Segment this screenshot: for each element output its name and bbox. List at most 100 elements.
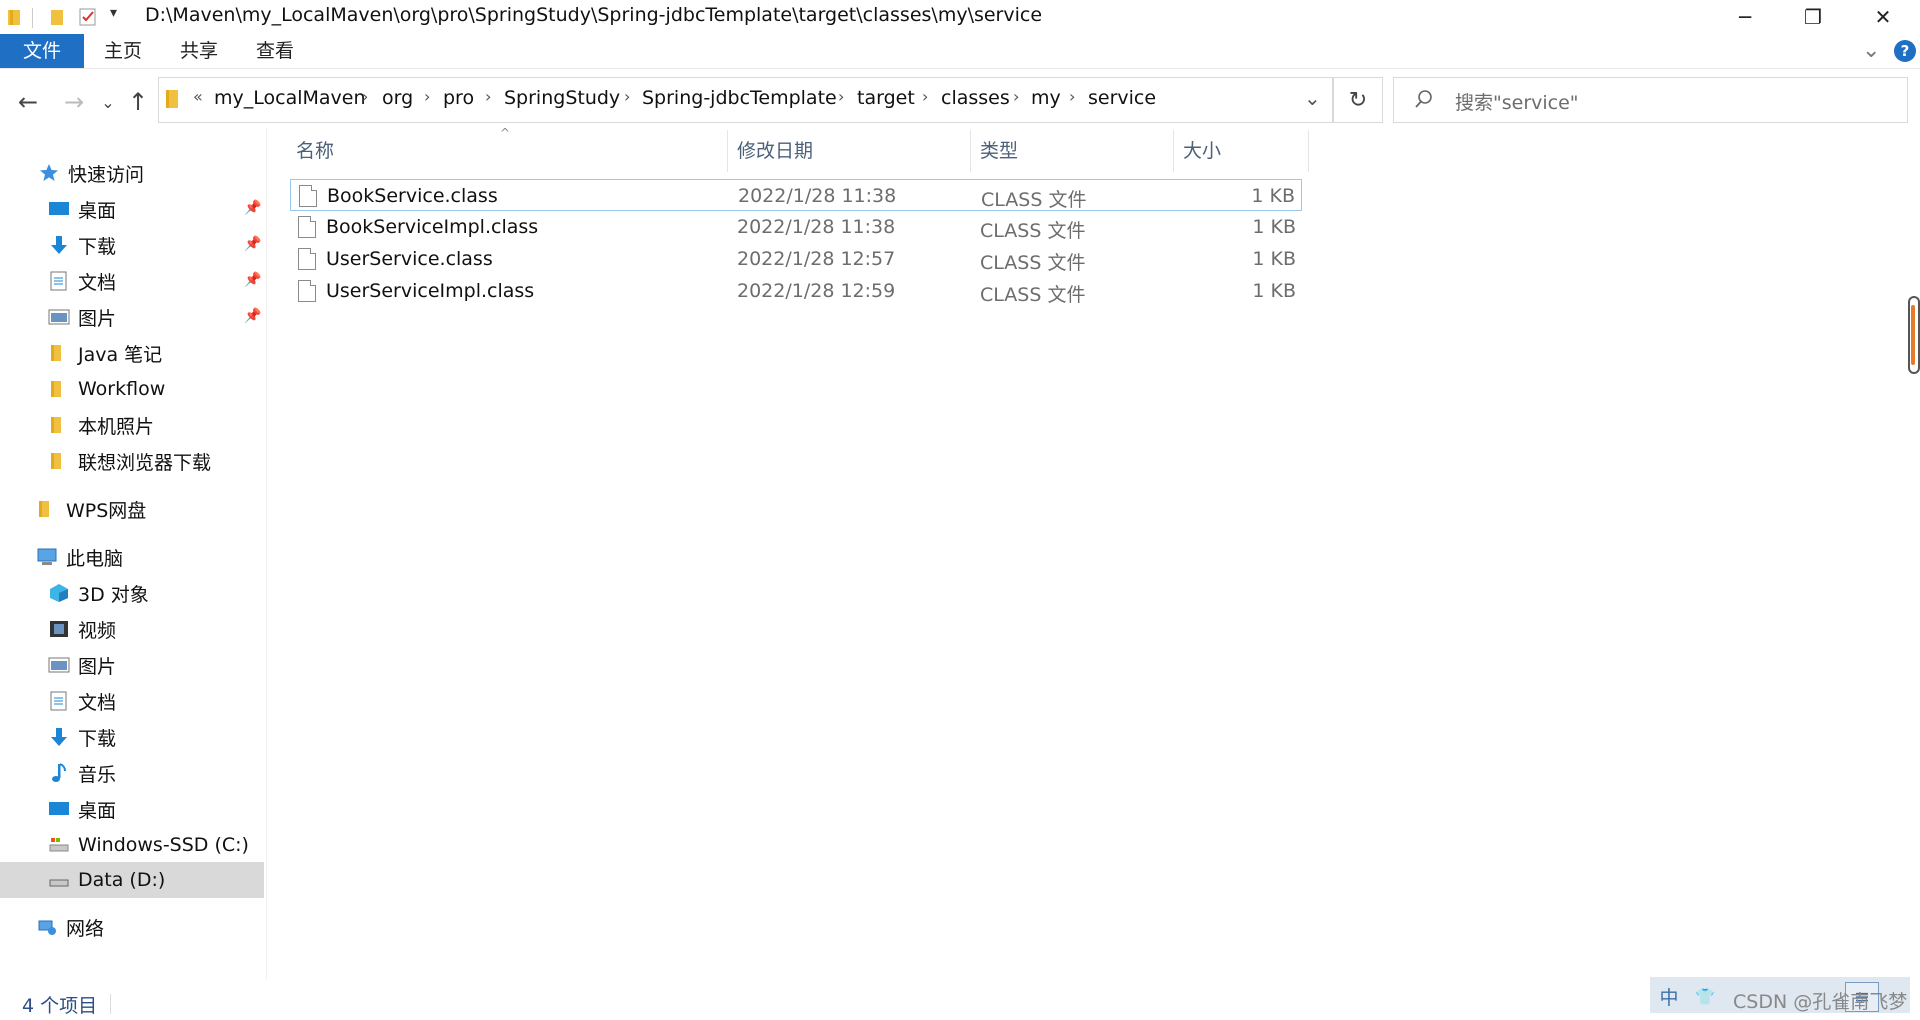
pin-icon[interactable]: 📌 — [244, 200, 261, 216]
breadcrumb-separator[interactable]: › — [1069, 87, 1075, 106]
forward-button[interactable]: → — [56, 84, 92, 120]
address-dropdown-icon[interactable]: ⌄ — [1304, 86, 1321, 110]
breadcrumb-spring-jdbctemplate[interactable]: Spring-jdbcTemplate — [642, 87, 837, 109]
sidebar-item-videos[interactable]: 视频 — [48, 612, 116, 646]
sidebar-item-music[interactable]: 音乐 — [48, 756, 116, 790]
file-size: 1 KB — [1252, 248, 1296, 270]
sidebar-item-label: 本机照片 — [78, 415, 155, 438]
sidebar-quick-access[interactable]: 快速访问 — [38, 156, 144, 190]
file-size: 1 KB — [1251, 185, 1295, 207]
sidebar-item-desktop[interactable]: 桌面 — [48, 192, 116, 226]
sidebar-item-documents[interactable]: 文档 — [48, 264, 116, 298]
sidebar-item-label: 视频 — [78, 619, 117, 642]
sidebar-item-pictures[interactable]: 图片 — [48, 648, 116, 682]
pane-divider[interactable] — [266, 128, 267, 980]
breadcrumb-springstudy[interactable]: SpringStudy — [504, 87, 620, 109]
new-folder-icon[interactable] — [48, 7, 68, 27]
sidebar-item-label: 3D 对象 — [78, 583, 149, 606]
sidebar-item-label: 联想浏览器下载 — [78, 451, 212, 474]
folder-icon — [51, 417, 61, 433]
file-name: UserServiceImpl.class — [326, 280, 535, 302]
breadcrumb-pro[interactable]: pro — [443, 87, 474, 109]
desktop-icon — [49, 802, 69, 815]
file-size: 1 KB — [1252, 216, 1296, 238]
sidebar-item-local-photos[interactable]: 本机照片 — [48, 408, 154, 442]
properties-icon[interactable] — [78, 7, 98, 27]
file-icon — [298, 248, 316, 270]
ribbon-collapse-icon[interactable]: ⌄ — [1862, 38, 1880, 63]
sidebar-item-label: Java 笔记 — [78, 343, 163, 366]
breadcrumb-overflow[interactable]: « — [193, 87, 203, 106]
ime-mode-button[interactable]: 中 — [1652, 982, 1686, 1010]
folder-icon — [51, 381, 61, 397]
scrollbar-indicator — [1911, 305, 1915, 365]
breadcrumb-target[interactable]: target — [857, 87, 915, 109]
pin-icon[interactable]: 📌 — [244, 236, 261, 252]
sidebar-item-drive-c[interactable]: Windows-SSD (C:) — [48, 828, 249, 862]
customize-quick-access-icon[interactable]: ▾ — [110, 5, 117, 21]
file-icon — [298, 280, 316, 302]
refresh-button[interactable]: ↻ — [1333, 77, 1383, 123]
sidebar-item-3d-objects[interactable]: 3D 对象 — [48, 576, 149, 610]
pin-icon[interactable]: 📌 — [244, 308, 261, 324]
breadcrumb-my-localmaven[interactable]: my_LocalMaven — [214, 87, 366, 109]
breadcrumb-separator[interactable]: › — [362, 87, 368, 106]
search-icon — [1415, 90, 1432, 108]
sidebar-item-lenovo-downloads[interactable]: 联想浏览器下载 — [48, 444, 211, 478]
status-item-count: 4 个项目 — [22, 995, 98, 1017]
back-button[interactable]: ← — [10, 84, 46, 120]
column-header-size[interactable]: 大小 — [1183, 136, 1303, 166]
help-icon[interactable]: ? — [1894, 40, 1916, 62]
sidebar-this-pc[interactable]: 此电脑 — [36, 540, 123, 574]
folder-icon — [51, 453, 61, 469]
column-header-name[interactable]: 名称 — [296, 136, 716, 166]
column-header-date[interactable]: 修改日期 — [737, 136, 967, 166]
desktop-icon — [49, 202, 69, 215]
tab-file[interactable]: 文件 — [0, 34, 84, 68]
tab-share[interactable]: 共享 — [170, 34, 228, 68]
breadcrumb-org[interactable]: org — [382, 87, 413, 109]
file-row[interactable]: UserServiceImpl.class 2022/1/28 12:59 CL… — [290, 275, 1302, 307]
column-divider[interactable] — [727, 130, 728, 172]
sidebar-item-java-notes[interactable]: Java 笔记 — [48, 336, 162, 370]
sidebar-wps-drive[interactable]: WPS网盘 — [36, 492, 146, 526]
sidebar-item-workflow[interactable]: Workflow — [48, 372, 165, 406]
close-button[interactable]: ✕ — [1848, 0, 1918, 34]
breadcrumb-service[interactable]: service — [1088, 87, 1156, 109]
tab-view[interactable]: 查看 — [246, 34, 304, 68]
breadcrumb-classes[interactable]: classes — [941, 87, 1010, 109]
computer-icon — [37, 548, 57, 565]
pin-icon[interactable]: 📌 — [244, 272, 261, 288]
sidebar-item-label: 文档 — [78, 691, 117, 714]
up-button[interactable]: ↑ — [120, 84, 156, 120]
sidebar-item-drive-d[interactable]: Data (D:) — [0, 862, 264, 898]
breadcrumb-separator[interactable]: › — [1013, 87, 1019, 106]
column-divider[interactable] — [1308, 130, 1309, 172]
breadcrumb-separator[interactable]: › — [624, 87, 630, 106]
column-header-type[interactable]: 类型 — [980, 136, 1170, 166]
file-row[interactable]: BookService.class 2022/1/28 11:38 CLASS … — [290, 179, 1302, 211]
sidebar-network[interactable]: 网络 — [36, 910, 104, 944]
ime-skin-icon[interactable]: 👕 — [1688, 982, 1722, 1010]
sidebar-item-pictures[interactable]: 图片 — [48, 300, 116, 334]
sidebar-item-downloads[interactable]: 下载 — [48, 720, 116, 754]
breadcrumb-separator[interactable]: › — [922, 87, 928, 106]
sidebar-item-desktop[interactable]: 桌面 — [48, 792, 116, 826]
breadcrumb-separator[interactable]: › — [424, 87, 430, 106]
file-row[interactable]: BookServiceImpl.class 2022/1/28 11:38 CL… — [290, 211, 1302, 243]
drive-c-icon — [49, 838, 69, 852]
breadcrumb-my[interactable]: my — [1031, 87, 1061, 109]
breadcrumb-separator[interactable]: › — [485, 87, 491, 106]
minimize-button[interactable]: ─ — [1710, 0, 1780, 34]
sidebar-item-label: 图片 — [78, 307, 117, 330]
tab-home[interactable]: 主页 — [94, 34, 152, 68]
column-divider[interactable] — [970, 130, 971, 172]
breadcrumb-separator[interactable]: › — [838, 87, 844, 106]
file-date: 2022/1/28 12:57 — [737, 248, 896, 270]
file-row[interactable]: UserService.class 2022/1/28 12:57 CLASS … — [290, 243, 1302, 275]
sidebar-item-downloads[interactable]: 下载 — [48, 228, 116, 262]
maximize-button[interactable]: ❐ — [1778, 0, 1848, 34]
sidebar-item-documents[interactable]: 文档 — [48, 684, 116, 718]
sidebar-item-label: WPS网盘 — [66, 499, 147, 522]
column-divider[interactable] — [1173, 130, 1174, 172]
